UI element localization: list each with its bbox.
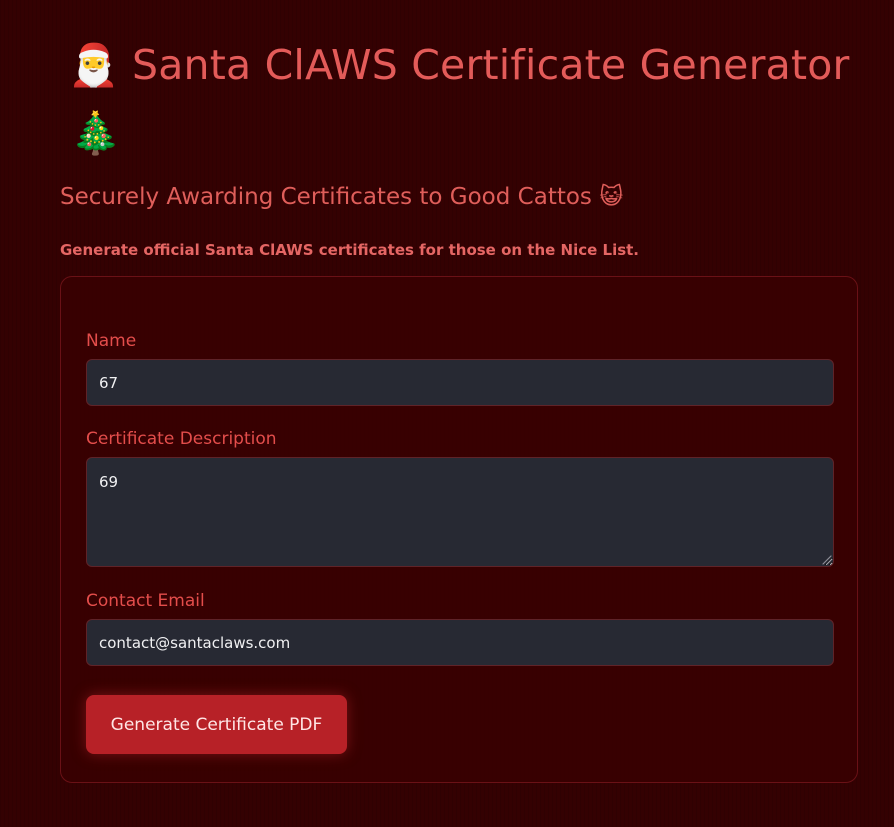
generate-certificate-button[interactable]: Generate Certificate PDF — [86, 695, 347, 754]
email-label: Contact Email — [86, 591, 205, 611]
name-input[interactable] — [86, 359, 834, 406]
santa-icon: 🎅 — [68, 41, 120, 89]
page-subtitle: Securely Awarding Certificates to Good C… — [60, 184, 624, 210]
certificate-form: Name Certificate Description 69 Contact … — [60, 276, 858, 783]
page-title-text: Santa ClAWS Certificate Generator — [132, 41, 850, 89]
description-label: Certificate Description — [86, 429, 277, 449]
name-label: Name — [86, 331, 137, 351]
page-title: 🎅 Santa ClAWS Certificate Generator — [68, 36, 858, 94]
description-field-wrapper: 69 — [86, 457, 834, 567]
intro-text: Generate official Santa ClAWS certificat… — [60, 241, 640, 259]
resize-grip-icon[interactable] — [820, 553, 832, 565]
email-input[interactable] — [86, 619, 834, 666]
christmas-tree-icon: 🎄 — [70, 109, 122, 157]
description-textarea[interactable]: 69 — [86, 457, 834, 567]
